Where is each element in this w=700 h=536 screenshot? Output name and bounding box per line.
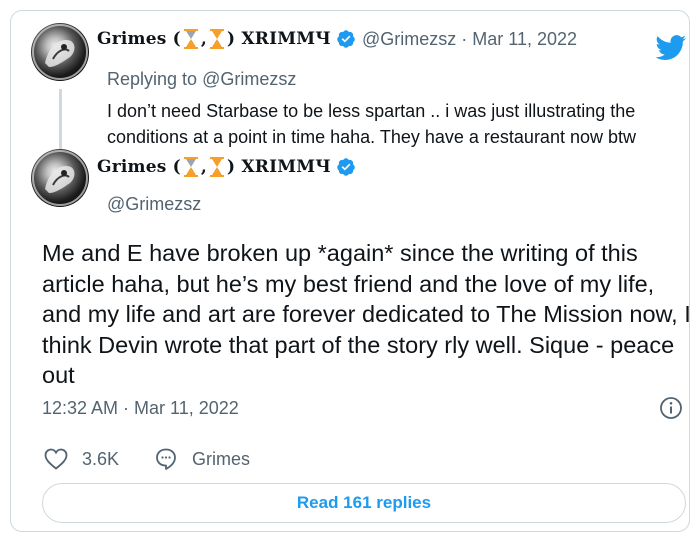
main-author-row[interactable]: Grimes ( , ) XRIMMЧ [97, 156, 356, 178]
twitter-bird-icon[interactable] [655, 35, 687, 61]
reply-tweet-text: I don’t need Starbase to be less spartan… [107, 101, 636, 147]
author-display-name[interactable]: Grimes ( [97, 157, 181, 177]
verified-icon [337, 30, 355, 48]
reply-label: Grimes [192, 448, 251, 469]
author-display-name-tail: ) XRIMMЧ [227, 29, 331, 49]
thread-connector [59, 89, 62, 155]
tweet-timestamp[interactable]: 12:32 AM · Mar 11, 2022 [42, 398, 239, 419]
verified-icon [337, 158, 355, 176]
dot-separator: · [461, 28, 468, 49]
heart-icon [44, 448, 68, 470]
hourglass-icon [210, 157, 224, 177]
author-display-name-separator: , [200, 157, 207, 177]
replying-to-mention[interactable]: @Grimezsz [202, 69, 296, 89]
main-tweet-text: Me and E have broken up *again* since th… [42, 240, 691, 388]
replying-prefix: Replying to [107, 69, 198, 89]
embedded-tweet-card: Grimes ( , ) XRIMMЧ @Grimezsz · Mar 11, … [10, 10, 691, 532]
avatar[interactable] [31, 149, 89, 207]
hourglass-icon [210, 29, 224, 49]
comment-icon [156, 448, 176, 470]
replying-to-line: Replying to @Grimezsz [107, 69, 296, 90]
read-replies-button[interactable]: Read 161 replies [42, 483, 686, 523]
reply-button[interactable]: Grimes [154, 447, 250, 471]
tweet-date[interactable]: Mar 11, 2022 [472, 29, 577, 50]
info-icon[interactable] [659, 396, 683, 420]
author-display-name-tail: ) XRIMMЧ [227, 157, 331, 177]
avatar-artwork [32, 150, 88, 206]
author-handle[interactable]: @Grimezsz [107, 194, 201, 215]
tweet-actions: 3.6K Grimes [44, 447, 250, 471]
like-count: 3.6K [82, 448, 120, 469]
author-handle[interactable]: @Grimezsz [362, 29, 456, 50]
avatar[interactable] [31, 23, 89, 81]
hourglass-icon [183, 157, 198, 177]
hourglass-icon [183, 29, 198, 49]
avatar-artwork [32, 24, 88, 80]
author-display-name[interactable]: Grimes ( [97, 29, 181, 49]
like-button[interactable]: 3.6K [44, 448, 119, 470]
author-display-name-separator: , [200, 29, 207, 49]
reply-author-row[interactable]: Grimes ( , ) XRIMMЧ @Grimezsz · Mar 11, … [97, 28, 577, 50]
